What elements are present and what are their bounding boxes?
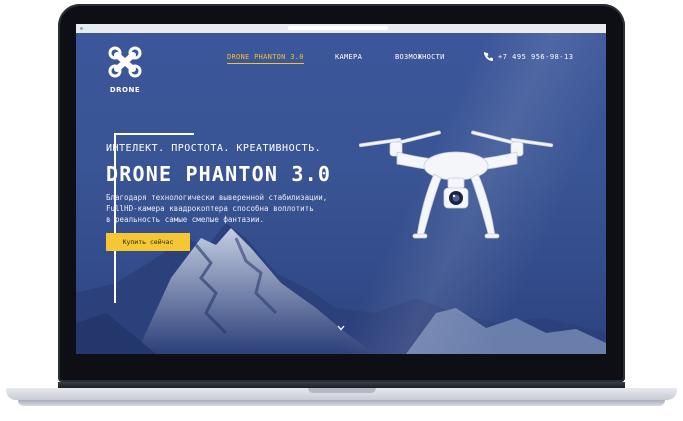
description-line: Благодаря технологически выверенной стаб… bbox=[106, 193, 328, 202]
hero-tagline: ИНТЕЛЕКТ. ПРОСТОТА. КРЕАТИВНОСТЬ. bbox=[106, 143, 322, 154]
phone-icon bbox=[484, 52, 493, 61]
hero-section: DRONE DRONE PHANTON 3.0 КАМЕРА ВОЗМОЖНОС… bbox=[76, 33, 606, 354]
nav-item-drone-phanton[interactable]: DRONE PHANTON 3.0 bbox=[227, 53, 304, 64]
logo-text: DRONE bbox=[109, 86, 141, 94]
description-line: FullHD-камера квадрокоптера способна воп… bbox=[106, 204, 314, 213]
address-bar[interactable] bbox=[288, 26, 388, 30]
hero-headline: DRONE PHANTON 3.0 bbox=[106, 162, 332, 186]
nav-item-features[interactable]: ВОЗМОЖНОСТИ bbox=[395, 53, 445, 61]
window-dot[interactable] bbox=[80, 27, 83, 30]
buy-now-button[interactable]: Купить сейчас bbox=[106, 233, 190, 251]
screen: DRONE DRONE PHANTON 3.0 КАМЕРА ВОЗМОЖНОС… bbox=[76, 24, 606, 354]
base-notch bbox=[308, 388, 376, 393]
base-bottom bbox=[18, 400, 665, 406]
drone-x-icon bbox=[108, 46, 142, 78]
chevron-down-icon[interactable] bbox=[337, 325, 345, 331]
decor-frame-top bbox=[114, 133, 194, 135]
laptop-base bbox=[0, 388, 683, 410]
phone-text: +7 495 956-98-13 bbox=[498, 53, 574, 61]
description-line: в реальность самые смелые фантазии. bbox=[106, 215, 265, 224]
hero-description: Благодаря технологически выверенной стаб… bbox=[106, 192, 346, 225]
phone-number[interactable]: +7 495 956-98-13 bbox=[484, 52, 574, 61]
nav-item-camera[interactable]: КАМЕРА bbox=[335, 53, 362, 61]
drone-image bbox=[359, 130, 554, 239]
site-logo[interactable]: DRONE bbox=[106, 44, 144, 94]
